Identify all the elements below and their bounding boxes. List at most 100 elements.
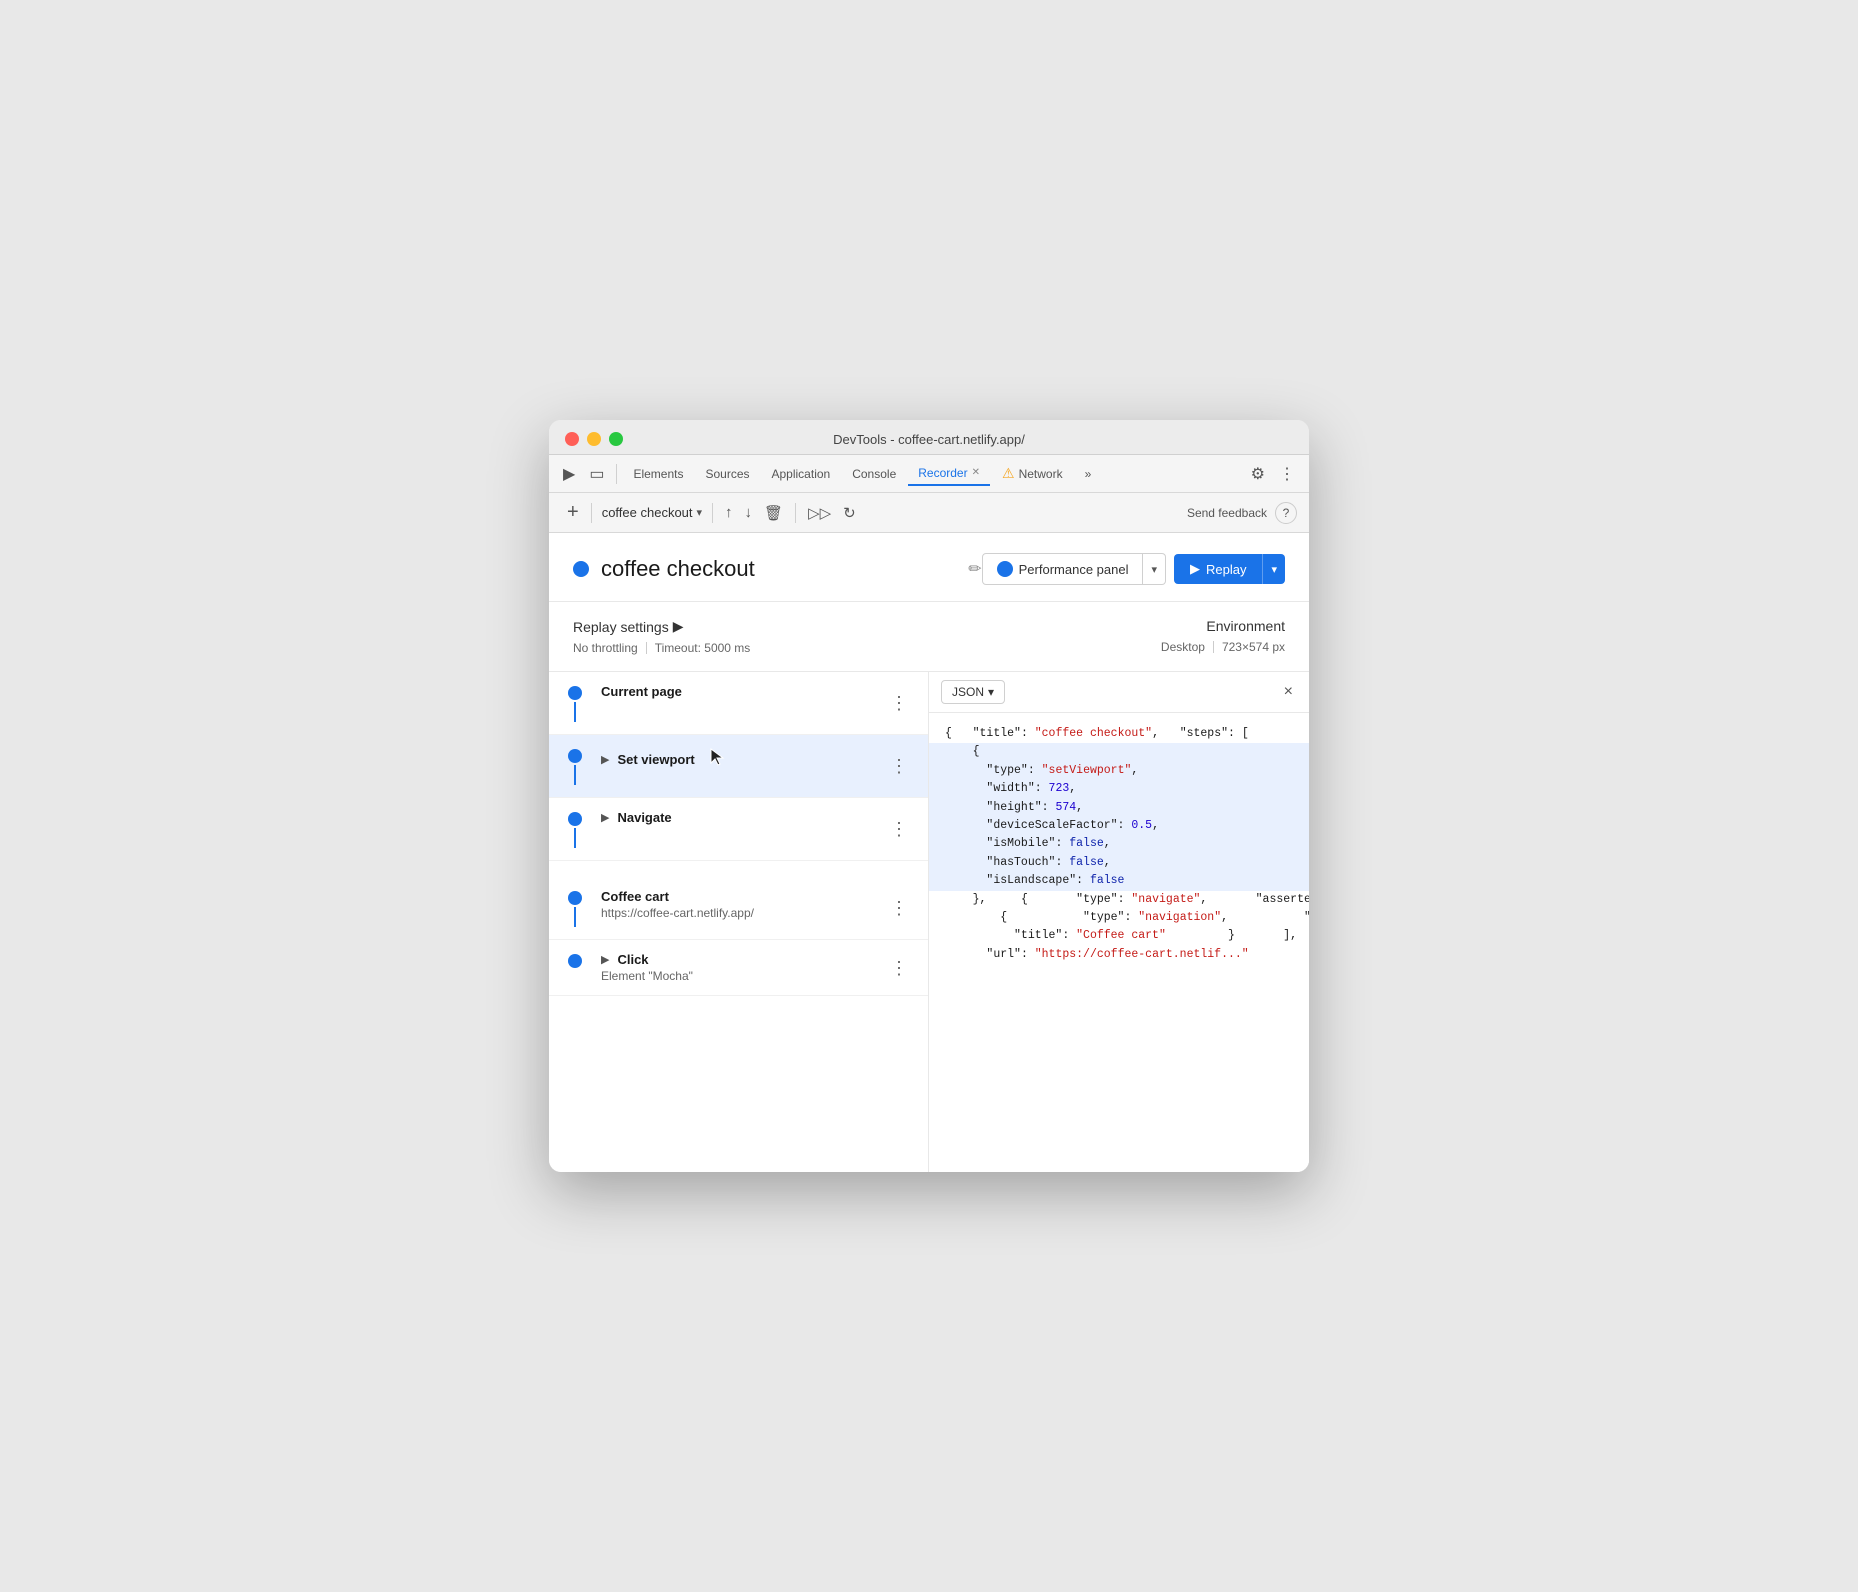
recording-selector[interactable]: coffee checkout ▾ (598, 503, 706, 522)
add-recording-button[interactable]: + (561, 499, 585, 526)
steps-panel: Current page ⋮ ▶ Set viewport (549, 672, 929, 1172)
perf-panel-icon (997, 561, 1013, 577)
step-connector-2 (549, 747, 601, 785)
perf-panel-chevron[interactable]: ▾ (1143, 553, 1166, 585)
json-highlighted-line: "height": 574, (929, 799, 1309, 817)
edit-recording-icon[interactable]: ✏ (968, 559, 981, 579)
toolbar-separator (591, 503, 592, 523)
json-line: { (993, 893, 1028, 906)
replay-button[interactable]: ▶ Replay (1174, 554, 1262, 584)
recorder-tab-close[interactable]: ✕ (972, 467, 980, 478)
tab-elements[interactable]: Elements (623, 463, 693, 485)
timeout-label: Timeout: 5000 ms (655, 641, 751, 655)
tab-recorder[interactable]: Recorder ✕ (908, 462, 990, 486)
recording-title: coffee checkout (601, 556, 960, 582)
json-toolbar: JSON ▾ × (929, 672, 1309, 713)
step-content: Current page (601, 684, 886, 699)
cursor-tool-button[interactable]: ▶ (557, 460, 581, 488)
json-close-button[interactable]: × (1280, 681, 1297, 703)
title-bar: DevTools - coffee-cart.netlify.app/ (549, 420, 1309, 455)
step-connector-4 (549, 889, 601, 927)
settings-area: Replay settings ▶ No throttling Timeout:… (549, 602, 1309, 672)
settings-right: Environment Desktop 723×574 px (1161, 618, 1285, 654)
json-line: "assertedEvents": [ (1214, 893, 1309, 906)
step-current-page[interactable]: Current page ⋮ (549, 672, 928, 735)
json-line: "steps": [ (1166, 727, 1249, 740)
recording-selector-chevron: ▾ (697, 506, 703, 519)
tab-sources[interactable]: Sources (695, 463, 759, 485)
expand-icon-3[interactable]: ▶ (601, 811, 609, 824)
settings-info-sep (646, 642, 647, 654)
step-title-4: Coffee cart (601, 889, 669, 904)
expand-icon-5[interactable]: ▶ (601, 953, 609, 966)
step-connector-3 (549, 810, 601, 848)
performance-panel-label: Performance panel (1019, 562, 1129, 577)
perf-panel-wrapper: Performance panel ▾ (982, 553, 1166, 585)
step-coffee-cart[interactable]: Coffee cart https://coffee-cart.netlify.… (549, 877, 928, 940)
devtools-nav: ▶ ▭ Elements Sources Application Console… (549, 455, 1309, 493)
environment-info: Desktop 723×574 px (1161, 640, 1285, 654)
json-highlighted-line: "isMobile": false, (929, 835, 1309, 853)
step-title-3: Navigate (617, 810, 671, 825)
network-warning-icon: ⚠ (1002, 465, 1015, 482)
step-content-3: ▶ Navigate (601, 810, 886, 825)
loop-button[interactable]: ↻ (837, 501, 862, 525)
traffic-lights (565, 432, 623, 446)
tab-network[interactable]: ⚠ Network (992, 461, 1073, 486)
close-button[interactable] (565, 432, 579, 446)
step-set-viewport[interactable]: ▶ Set viewport ⋮ (549, 735, 928, 798)
step-more-button-4[interactable]: ⋮ (886, 899, 912, 917)
upload-button[interactable]: ↑ (719, 501, 739, 524)
step-navigate[interactable]: ▶ Navigate ⋮ (549, 798, 928, 861)
step-dot-2 (568, 749, 582, 763)
minimize-button[interactable] (587, 432, 601, 446)
json-format-select[interactable]: JSON ▾ (941, 680, 1005, 704)
toolbar-separator-3 (795, 503, 796, 523)
performance-panel-button[interactable]: Performance panel (982, 553, 1144, 585)
step-more-button-5[interactable]: ⋮ (886, 959, 912, 977)
settings-expand-icon: ▶ (673, 618, 684, 635)
step-content-4: Coffee cart https://coffee-cart.netlify.… (601, 889, 886, 920)
json-highlighted-line: "isLandscape": false (929, 872, 1309, 890)
main-content: coffee checkout ✏ Performance panel ▾ ▶ … (549, 533, 1309, 1172)
settings-button[interactable]: ⚙ (1245, 460, 1271, 488)
step-subtitle-5: Element "Mocha" (601, 969, 886, 983)
step-more-button-2[interactable]: ⋮ (886, 757, 912, 775)
json-line: "title": "Coffee cart" (945, 929, 1166, 942)
header-actions: Performance panel ▾ ▶ Replay ▾ (982, 553, 1285, 585)
step-line-2 (574, 765, 576, 785)
help-button[interactable]: ? (1275, 502, 1297, 524)
delete-button[interactable]: 🗑 (758, 501, 789, 525)
step-replay-button[interactable]: ▷▷ (802, 501, 837, 525)
replay-settings-header[interactable]: Replay settings ▶ (573, 618, 750, 635)
json-line: "url": "https://coffee-cart.netlify.app/… (1235, 911, 1309, 924)
replay-chevron[interactable]: ▾ (1262, 554, 1285, 584)
step-line-3 (574, 828, 576, 848)
step-click[interactable]: ▶ Click Element "Mocha" ⋮ (549, 940, 928, 996)
recording-status-dot (573, 561, 589, 577)
step-dot-5 (568, 954, 582, 968)
expand-icon[interactable]: ▶ (601, 753, 609, 766)
send-feedback-link[interactable]: Send feedback (1187, 506, 1267, 520)
device-toggle-button[interactable]: ▭ (583, 460, 610, 488)
json-panel: JSON ▾ × { "title": "coffee checkout", "… (929, 672, 1309, 1172)
download-button[interactable]: ↓ (739, 501, 759, 524)
step-line-4 (574, 907, 576, 927)
more-tabs-button[interactable]: » (1075, 463, 1102, 485)
recorder-toolbar: + coffee checkout ▾ ↑ ↓ 🗑 ▷▷ ↻ Send feed… (549, 493, 1309, 533)
step-title-2: Set viewport (617, 752, 694, 767)
replay-label: Replay (1206, 562, 1246, 577)
devtools-window: DevTools - coffee-cart.netlify.app/ ▶ ▭ … (549, 420, 1309, 1172)
environment-title: Environment (1161, 618, 1285, 634)
tab-application[interactable]: Application (762, 463, 841, 485)
maximize-button[interactable] (609, 432, 623, 446)
cursor-arrow-icon (709, 747, 727, 772)
env-size-label: 723×574 px (1222, 640, 1285, 654)
replay-play-icon: ▶ (1190, 561, 1200, 577)
recording-header: coffee checkout ✏ Performance panel ▾ ▶ … (549, 533, 1309, 602)
tab-console[interactable]: Console (842, 463, 906, 485)
json-highlighted-line: "type": "setViewport", (929, 762, 1309, 780)
step-more-button-3[interactable]: ⋮ (886, 820, 912, 838)
step-more-button[interactable]: ⋮ (886, 694, 912, 712)
more-options-button[interactable]: ⋮ (1273, 460, 1301, 488)
